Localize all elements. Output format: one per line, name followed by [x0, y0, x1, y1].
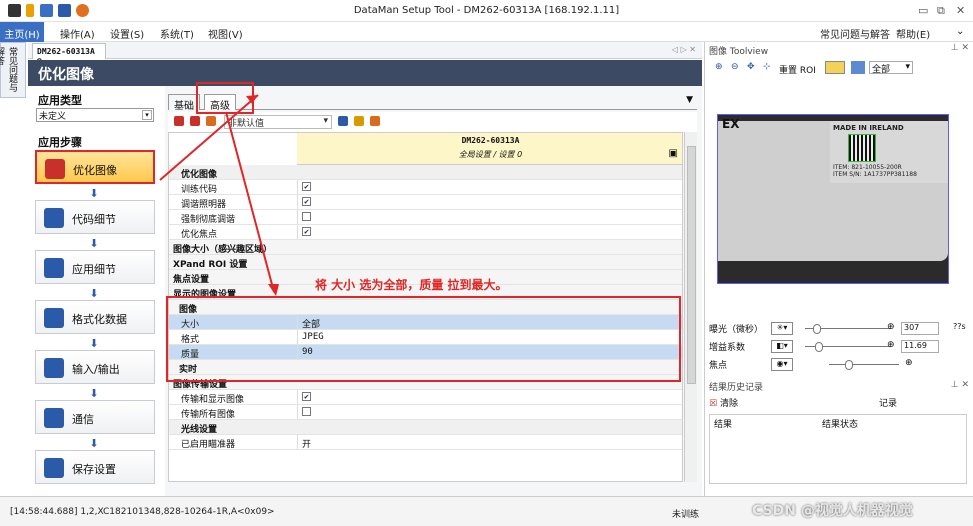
zoom-in-icon[interactable]: ⊕	[715, 62, 723, 72]
plus-icon[interactable]: ⊕	[887, 340, 895, 350]
ex-text: EX	[722, 117, 740, 131]
clear-button[interactable]: 清除	[720, 399, 738, 409]
clear-icon[interactable]: ☒	[709, 399, 717, 409]
image-view[interactable]: EX MADE IN IRELAND ITEM: 821-10055-200R …	[717, 114, 949, 284]
focus-mode-icon[interactable]: ◉▾	[771, 358, 793, 371]
label-line-3: ITEM S/N: 1A1737PP381188	[833, 171, 917, 178]
exposure-mode-icon[interactable]: ✳▾	[771, 322, 793, 335]
record-button[interactable]: 记录	[879, 396, 897, 409]
exposure-input[interactable]: 307	[901, 322, 939, 335]
label-line-1: MADE IN IRELAND	[833, 124, 904, 132]
results-col-status: 结果状态	[822, 420, 859, 430]
product-label: MADE IN IRELAND ITEM: 821-10055-200R ITE…	[830, 121, 948, 183]
gain-input[interactable]: 11.69	[901, 340, 939, 353]
gain-row: 增益系数 ◧▾ ⊕ 11.69	[709, 340, 971, 354]
reset-roi-button[interactable]: 重置 ROI	[779, 63, 816, 76]
toolview-title: 图像 Toolview	[709, 47, 769, 57]
zoom-value: 全部	[872, 65, 891, 75]
exposure-unit: ??s	[953, 322, 966, 331]
plus-icon[interactable]: ⊕	[905, 358, 913, 368]
focus-row: 焦点 ◉▾ ⊕	[709, 358, 971, 372]
toolview-toolbar: ⊕ ⊖ ✥ ⊹ 重置 ROI 全部 ▾	[709, 60, 949, 78]
watermark: CSDN @视觉人机器视觉	[752, 503, 913, 519]
arrow-line-2	[225, 111, 275, 293]
results-col-result: 结果	[714, 420, 733, 430]
exposure-label: 曝光（微秒）	[709, 325, 764, 335]
label-line-2: ITEM: 821-10055-200R	[833, 164, 902, 171]
results-table: 结果 结果状态	[709, 414, 967, 484]
plus-icon[interactable]: ⊕	[887, 322, 895, 332]
focus-track[interactable]	[829, 364, 899, 365]
fit-icon[interactable]: ⊹	[763, 62, 771, 72]
results-title: 结果历史记录	[709, 383, 764, 393]
status-bar: [14:58:44.688] 1,2,XC182101348,828-10264…	[0, 496, 973, 526]
roi-color-icon[interactable]	[825, 61, 845, 74]
image-icon[interactable]	[851, 61, 865, 74]
chevron-down-icon: ▾	[905, 62, 910, 72]
training-status: 未训练	[672, 510, 700, 520]
exposure-knob[interactable]	[813, 324, 821, 334]
zoom-out-icon[interactable]: ⊖	[731, 62, 739, 72]
focus-knob[interactable]	[845, 360, 853, 370]
gain-knob[interactable]	[815, 342, 823, 352]
gain-label: 增益系数	[709, 343, 746, 353]
pin-icon[interactable]: ⊥ ✕	[951, 43, 969, 53]
gain-mode-icon[interactable]: ◧▾	[771, 340, 793, 353]
zoom-select[interactable]: 全部 ▾	[869, 61, 913, 75]
datamatrix-code	[848, 134, 876, 162]
focus-label: 焦点	[709, 361, 728, 371]
status-message: [14:58:44.688] 1,2,XC182101348,828-10264…	[10, 507, 275, 517]
right-panel: 图像 Toolview ⊥ ✕ ⊕ ⊖ ✥ ⊹ 重置 ROI 全部 ▾ EX MA…	[704, 42, 973, 496]
arrow-line-1	[159, 94, 259, 181]
results-toolbar: ☒ 清除 记录	[709, 396, 967, 412]
pan-icon[interactable]: ✥	[747, 62, 755, 72]
pin-icon[interactable]: ⊥ ✕	[951, 380, 969, 390]
exposure-row: 曝光（微秒） ✳▾ ⊕ 307 ??s	[709, 322, 971, 336]
arrowhead-2	[268, 284, 279, 296]
